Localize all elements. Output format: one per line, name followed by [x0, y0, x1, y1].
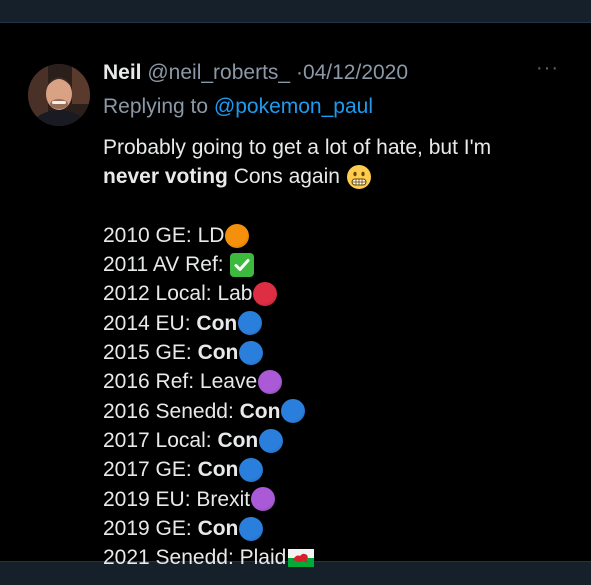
red-circle-icon	[253, 282, 278, 307]
vote-line: 2021 Senedd: Plaid	[103, 543, 491, 572]
vote-line: 2019 EU: Brexit	[103, 485, 491, 514]
tweet-date[interactable]: 04/12/2020	[303, 61, 408, 84]
vote-label: 2021 Senedd:	[103, 546, 240, 570]
vote-party: Con	[197, 516, 239, 540]
vote-party: Brexit	[196, 487, 251, 511]
vote-label: 2019 EU:	[103, 487, 197, 511]
vote-line: 2017 Local: Con	[103, 426, 491, 455]
vote-label: 2019 GE:	[103, 516, 198, 540]
vote-party: Con	[197, 341, 239, 365]
user-handle[interactable]: @neil_roberts_	[147, 61, 290, 84]
vote-line: 2019 GE: Con	[103, 514, 491, 543]
vote-label: 2016 Senedd:	[103, 399, 240, 423]
vote-label: 2016 Ref:	[103, 370, 200, 394]
text-bold: never voting	[103, 165, 228, 189]
vote-party: Plaid	[239, 546, 287, 570]
vote-line: 2010 GE: LD	[103, 221, 491, 250]
text-rest: Cons again	[227, 165, 340, 189]
blue-circle-icon	[259, 428, 284, 453]
vote-line: 2014 EU: Con	[103, 309, 491, 338]
avatar-photo	[28, 64, 90, 126]
replying-to: Replying to @pokemon_paul	[103, 93, 373, 121]
tweet-text: Probably going to get a lot of hate, but…	[103, 133, 491, 572]
vote-label: 2011 AV Ref:	[103, 253, 230, 277]
vote-line: 2016 Ref: Leave	[103, 367, 491, 396]
vote-party: Lab	[217, 282, 253, 306]
vote-party: LD	[197, 223, 225, 247]
vote-label: 2017 GE:	[103, 458, 198, 482]
vote-party: Con	[217, 428, 259, 452]
vote-label: 2012 Local:	[103, 282, 218, 306]
separator-dot: ·	[295, 61, 303, 84]
vote-label: 2015 GE:	[103, 341, 198, 365]
blue-circle-icon	[238, 311, 263, 336]
more-options-icon[interactable]: ···	[536, 57, 559, 80]
vote-history-list: 2010 GE: LD 2011 AV Ref: 2012 Local: Lab 2…	[103, 221, 491, 573]
purple-circle-icon	[251, 487, 276, 512]
vote-line: 2012 Local: Lab	[103, 279, 491, 308]
replying-prefix: Replying to	[103, 95, 209, 118]
blue-circle-icon	[239, 516, 264, 541]
reply-mention-link[interactable]: @pokemon_paul	[214, 95, 373, 118]
vote-party: Leave	[199, 370, 258, 394]
vote-label: 2014 EU:	[103, 311, 197, 335]
purple-circle-icon	[258, 370, 283, 395]
display-name[interactable]: Neil	[103, 61, 142, 84]
blue-circle-icon	[239, 340, 264, 365]
tweet-header: Neil @neil_roberts_ ·04/12/2020	[103, 59, 408, 87]
wales-flag-icon	[288, 548, 315, 567]
vote-label: 2017 Local:	[103, 428, 218, 452]
vote-line: 2011 AV Ref:	[103, 250, 491, 279]
vote-label: 2010 GE:	[103, 223, 198, 247]
tweet-card: Neil @neil_roberts_ ·04/12/2020 ··· Repl…	[0, 22, 591, 569]
blue-circle-icon	[281, 399, 306, 424]
vote-party: Con	[239, 399, 281, 423]
vote-party: Con	[196, 311, 238, 335]
vote-line: 2015 GE: Con	[103, 338, 491, 367]
vote-party: Con	[197, 458, 239, 482]
orange-circle-icon	[225, 223, 250, 248]
blue-circle-icon	[239, 457, 264, 482]
vote-line: 2016 Senedd: Con	[103, 397, 491, 426]
avatar[interactable]	[28, 64, 90, 126]
grimacing-face-icon	[346, 164, 371, 189]
vote-line: 2017 GE: Con	[103, 455, 491, 484]
check-mark-icon	[230, 252, 255, 277]
text-line-1: Probably going to get a lot of hate, but…	[103, 136, 492, 159]
text-line-2: never voting Cons again	[103, 162, 491, 191]
